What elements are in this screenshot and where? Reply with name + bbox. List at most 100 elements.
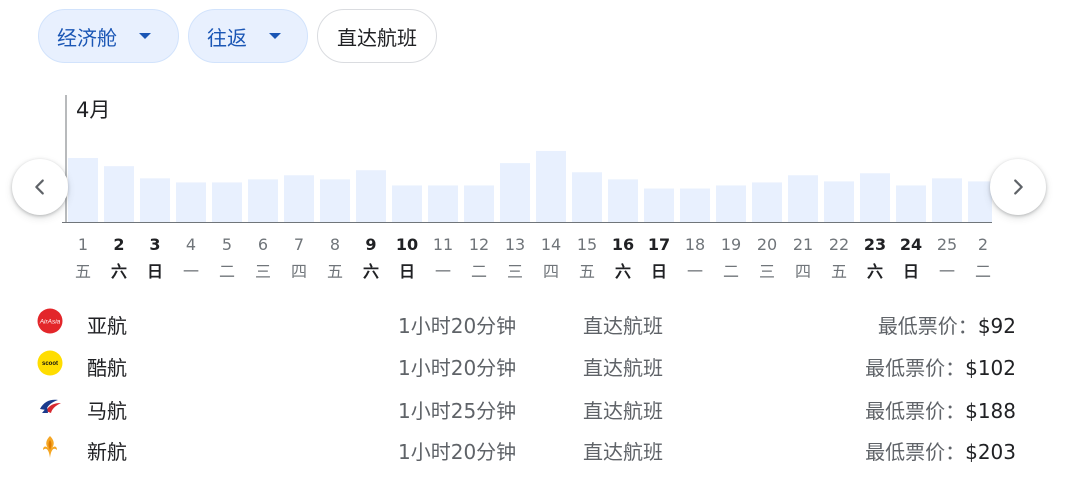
trip-type-dropdown[interactable]: 往返 (188, 9, 308, 63)
nonstop-filter-chip[interactable]: 直达航班 (317, 9, 437, 63)
chart-weekday-label: 三 (507, 262, 523, 281)
chart-date-label: 15 (577, 235, 597, 254)
chart-bar[interactable] (428, 185, 458, 222)
chart-weekday-label: 二 (975, 262, 991, 281)
chart-bar[interactable] (716, 185, 746, 222)
chart-bar[interactable] (608, 179, 638, 222)
chart-date-label: 5 (222, 235, 232, 254)
chart-date-label: 23 (864, 235, 886, 254)
chart-weekday-label: 四 (795, 262, 811, 281)
chart-date-label: 22 (829, 235, 849, 254)
chart-weekday-label: 五 (75, 262, 91, 281)
chart-weekday-label: 六 (615, 262, 631, 281)
chart-date-label: 18 (685, 235, 705, 254)
airline-name: 新航 (87, 440, 127, 464)
chart-bar[interactable] (932, 178, 962, 222)
chart-weekday-label: 三 (759, 262, 775, 281)
chart-weekday-label: 三 (255, 262, 271, 281)
chart-date-label: 13 (505, 235, 525, 254)
price-calendar-chart: 1日1五2六3日4一5二6三7四8五9六10日11一12二13三14四15五16… (62, 90, 992, 290)
chart-weekday-label: 日 (903, 262, 919, 281)
chart-date-label: 12 (469, 235, 489, 254)
chart-date-label: 21 (793, 235, 813, 254)
chart-bar[interactable] (464, 185, 494, 222)
price-label: 最低票价： (865, 356, 966, 380)
chart-bar[interactable] (140, 178, 170, 222)
chart-bar[interactable] (104, 166, 134, 222)
price-text: 最低票价：$102 (865, 352, 1016, 381)
price-text: 最低票价：$203 (865, 436, 1016, 465)
chart-date-label: 6 (258, 235, 268, 254)
chart-weekday-label: 五 (831, 262, 847, 281)
airline-name: 酷航 (87, 356, 127, 380)
chart-bar[interactable] (284, 175, 314, 222)
cabin-class-label: 经济舱 (57, 25, 117, 50)
chart-month-label: 4月 (76, 98, 110, 122)
flight-stops: 直达航班 (583, 399, 663, 423)
chart-weekday-label: 一 (435, 262, 451, 281)
chart-bar[interactable] (968, 181, 992, 222)
chart-date-label: 14 (541, 235, 561, 254)
price-value: $102 (965, 356, 1016, 380)
price-text: 最低票价：$92 (878, 310, 1016, 339)
chart-date-label: 1 (78, 235, 88, 254)
airline-row[interactable]: 新航 1小时20分钟 直达航班 最低票价：$203 (0, 427, 1071, 469)
malaysia-airlines-logo (40, 399, 61, 413)
chart-weekday-label: 一 (183, 262, 199, 281)
chart-weekday-label: 六 (363, 262, 379, 281)
chart-bar[interactable] (176, 182, 206, 222)
chart-bar[interactable] (788, 175, 818, 222)
chart-weekday-label: 四 (543, 262, 559, 281)
chart-weekday-label: 四 (291, 262, 307, 281)
airline-name: 马航 (87, 399, 127, 423)
chart-date-label: 8 (330, 235, 340, 254)
chart-date-label: 9 (365, 235, 376, 254)
chart-weekday-label: 日 (147, 262, 163, 281)
chart-bar[interactable] (68, 158, 98, 222)
svg-text:AirAsia: AirAsia (39, 319, 61, 326)
nonstop-filter-label: 直达航班 (337, 25, 417, 50)
airline-row[interactable]: scoot 酷航 1小时20分钟 直达航班 最低票价：$102 (0, 343, 1071, 385)
chart-bar[interactable] (500, 163, 530, 222)
chart-date-label: 2 (113, 235, 124, 254)
chart-bar[interactable] (536, 150, 566, 222)
flight-stops: 直达航班 (583, 356, 663, 380)
airline-name: 亚航 (87, 314, 127, 338)
chart-bar[interactable] (248, 179, 278, 222)
chart-bar[interactable] (680, 188, 710, 222)
chart-bar[interactable] (356, 170, 386, 222)
airline-row[interactable]: 马航 1小时25分钟 直达航班 最低票价：$188 (0, 386, 1071, 428)
chevron-right-icon (1014, 179, 1023, 195)
chart-weekday-label: 二 (219, 262, 235, 281)
caret-down-icon (139, 33, 151, 39)
flight-stops: 直达航班 (583, 314, 663, 338)
chart-weekday-label: 日 (399, 262, 415, 281)
chart-bar[interactable] (320, 179, 350, 222)
chart-bar[interactable] (644, 188, 674, 222)
chart-next-button[interactable] (990, 159, 1046, 215)
chart-weekday-label: 二 (471, 262, 487, 281)
chart-bar[interactable] (752, 182, 782, 222)
chart-prev-button[interactable] (12, 159, 68, 215)
chart-bar[interactable] (572, 172, 602, 222)
chart-bar[interactable] (824, 181, 854, 222)
chart-weekday-label: 一 (687, 262, 703, 281)
caret-down-icon (269, 33, 281, 39)
chart-date-label: 17 (648, 235, 670, 254)
chart-weekday-label: 五 (327, 262, 343, 281)
flight-stops: 直达航班 (583, 440, 663, 464)
chart-bar[interactable] (212, 182, 242, 222)
chart-date-label: 20 (757, 235, 777, 254)
airasia-logo: AirAsia (37, 308, 63, 334)
chart-bar[interactable] (860, 173, 890, 222)
price-text: 最低票价：$188 (865, 395, 1016, 424)
chart-bar[interactable] (896, 185, 926, 222)
airline-row[interactable]: AirAsia 亚航 1小时20分钟 直达航班 最低票价：$92 (0, 301, 1071, 343)
chart-bar[interactable] (392, 185, 422, 222)
cabin-class-dropdown[interactable]: 经济舱 (38, 9, 179, 63)
chart-date-label: 4 (186, 235, 196, 254)
chart-date-label: 16 (612, 235, 634, 254)
chart-weekday-label: 日 (651, 262, 667, 281)
chart-weekday-label: 六 (111, 262, 127, 281)
flight-duration: 1小时20分钟 (398, 440, 517, 464)
